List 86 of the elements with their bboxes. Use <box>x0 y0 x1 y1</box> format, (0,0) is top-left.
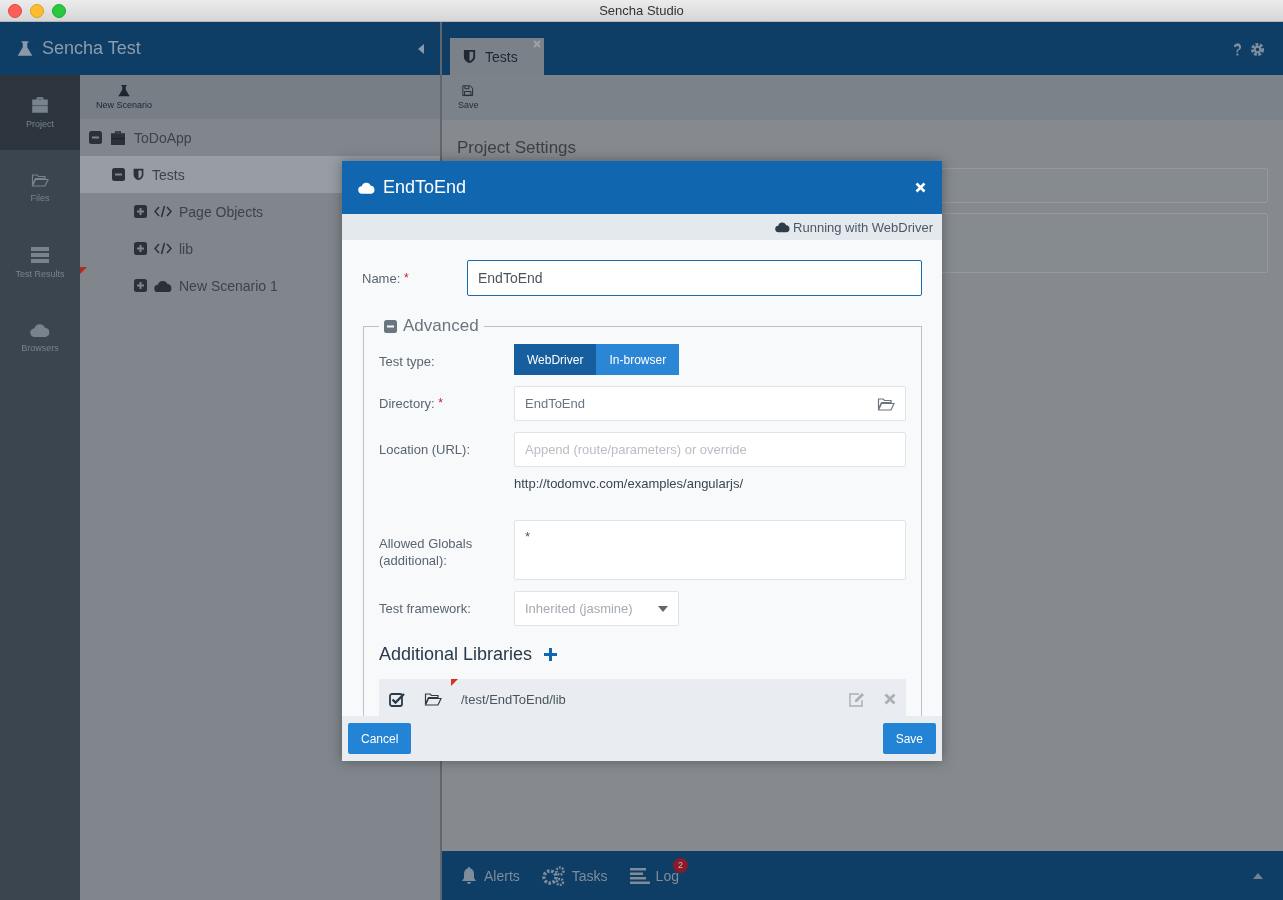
floppy-icon <box>461 85 475 98</box>
close-button[interactable] <box>915 182 926 193</box>
checkbox-icon <box>389 691 405 707</box>
section-title: Advanced <box>403 316 479 336</box>
cloud-icon <box>775 221 791 233</box>
briefcase-icon <box>109 129 127 146</box>
close-icon <box>533 40 541 48</box>
code-icon <box>154 205 172 218</box>
field-label: Name: * <box>362 270 409 286</box>
shield-icon <box>132 168 145 181</box>
app-title: Sencha Test <box>42 38 142 59</box>
url-hint: http://todomvc.com/examples/angularjs/ <box>514 476 745 491</box>
tree-item[interactable]: ToDoApp <box>80 119 440 156</box>
remove-button[interactable] <box>884 693 896 705</box>
edit-button[interactable] <box>848 691 865 707</box>
cloud-icon <box>30 322 50 337</box>
close-window-button[interactable] <box>8 3 22 18</box>
field-label: Test framework: <box>379 600 472 616</box>
flask-icon <box>117 84 131 98</box>
cloud-icon <box>154 278 172 293</box>
minimize-window-button[interactable] <box>30 3 44 18</box>
server-icon <box>31 246 49 263</box>
nav-item[interactable]: Test Results <box>0 225 80 300</box>
field-label: Location (URL): <box>379 441 472 457</box>
tree-label: New Scenario 1 <box>179 277 278 294</box>
section-heading: Project Settings <box>457 138 578 158</box>
status-tab[interactable]: Tasks <box>541 865 608 886</box>
help-button[interactable] <box>1233 43 1242 56</box>
folder-icon <box>877 396 895 411</box>
collapse-icon <box>89 131 102 144</box>
window-title: Sencha Studio <box>599 3 684 18</box>
add-button[interactable] <box>544 648 558 661</box>
caret-left-icon <box>418 43 424 54</box>
code-icon <box>154 242 172 255</box>
count-badge: 2 <box>672 857 688 873</box>
tree-label: Tests <box>152 166 185 183</box>
caret-up-icon <box>1253 873 1263 879</box>
status-tab[interactable]: Alerts <box>460 866 520 885</box>
field-label: Allowed Globals (additional): <box>379 535 474 570</box>
expand-icon <box>134 205 147 218</box>
globals-field[interactable]: * <box>514 520 906 580</box>
close-icon <box>884 693 896 705</box>
tree-label: ToDoApp <box>134 129 192 146</box>
save-button[interactable]: Save <box>458 85 479 110</box>
close-icon <box>915 182 926 193</box>
folder-icon <box>31 172 49 187</box>
zoom-window-button[interactable] <box>52 3 66 18</box>
cloud-icon <box>358 181 375 194</box>
question-icon <box>1233 43 1242 56</box>
settings-button[interactable] <box>1250 42 1265 57</box>
nav-item[interactable]: Project <box>0 75 80 150</box>
tab[interactable]: Tests <box>450 38 544 75</box>
shield-icon <box>462 49 477 64</box>
segment-button[interactable]: In-browser <box>596 344 680 375</box>
collapse-icon <box>112 168 125 181</box>
new-scenario-button[interactable]: New Scenario <box>96 84 153 110</box>
gear-icon <box>1250 42 1265 57</box>
folder-icon <box>424 692 442 706</box>
tree-item[interactable]: lib <box>80 230 440 267</box>
status-text: Running with WebDriver <box>793 219 933 235</box>
tree-label: Page Objects <box>179 203 264 220</box>
directory-field[interactable]: EndToEnd <box>514 386 906 421</box>
library-path: /test/EndToEnd/lib <box>461 691 567 707</box>
location-field[interactable]: Append (route/parameters) or override <box>514 432 906 467</box>
plus-icon <box>544 648 558 661</box>
cancel-button[interactable]: Cancel <box>348 723 412 754</box>
nav-item[interactable]: Browsers <box>0 300 80 375</box>
bell-icon <box>460 866 478 885</box>
checked-checkbox[interactable] <box>389 691 405 707</box>
name-field[interactable]: EndToEnd <box>467 260 922 296</box>
briefcase-icon <box>30 96 50 113</box>
field-label: Test type: <box>379 353 436 369</box>
segment-button[interactable]: WebDriver <box>514 344 597 375</box>
expand-icon <box>134 279 147 292</box>
framework-select[interactable]: Inherited (jasmine) <box>514 591 679 626</box>
collapse-button[interactable] <box>418 43 424 54</box>
edit-icon <box>848 691 865 707</box>
expand-icon <box>134 242 147 255</box>
flask-icon <box>16 39 34 58</box>
save-button[interactable]: Save <box>882 723 936 754</box>
list-icon <box>629 867 650 884</box>
tree-label: lib <box>179 240 193 257</box>
section-heading: Additional Libraries <box>379 644 533 665</box>
field-label: Directory: * <box>379 395 444 411</box>
gears-icon <box>541 865 566 886</box>
caret-icon <box>658 605 668 612</box>
